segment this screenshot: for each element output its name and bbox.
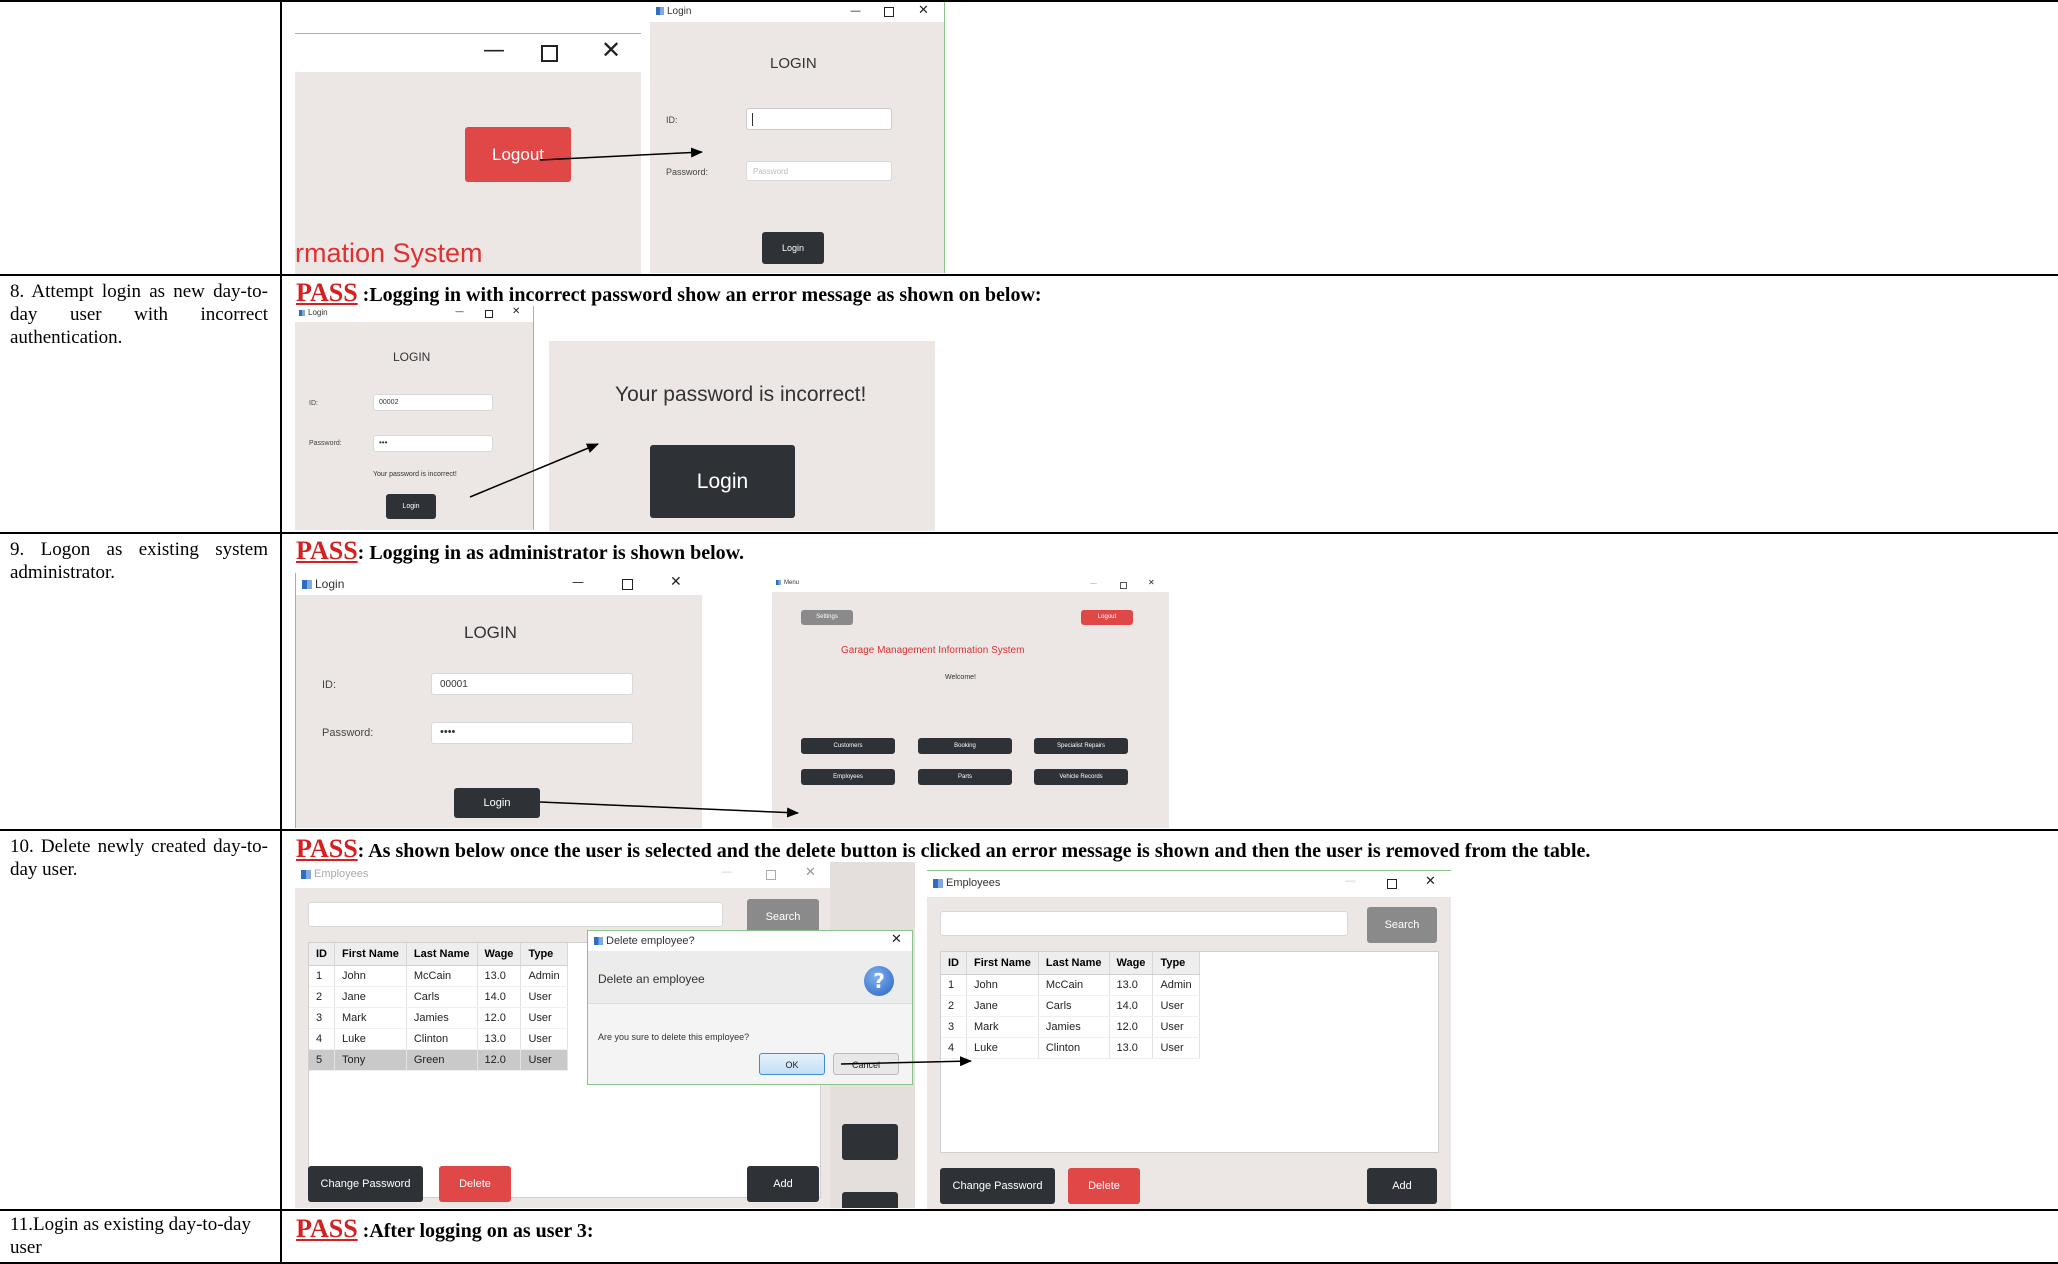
arrow-ok-to-result [840, 1056, 972, 1067]
annotation-arrows [469, 147, 972, 1067]
arrow-logout-to-login [539, 147, 703, 161]
arrow-error-zoom [469, 443, 599, 498]
arrow-login-to-menu [539, 801, 799, 818]
